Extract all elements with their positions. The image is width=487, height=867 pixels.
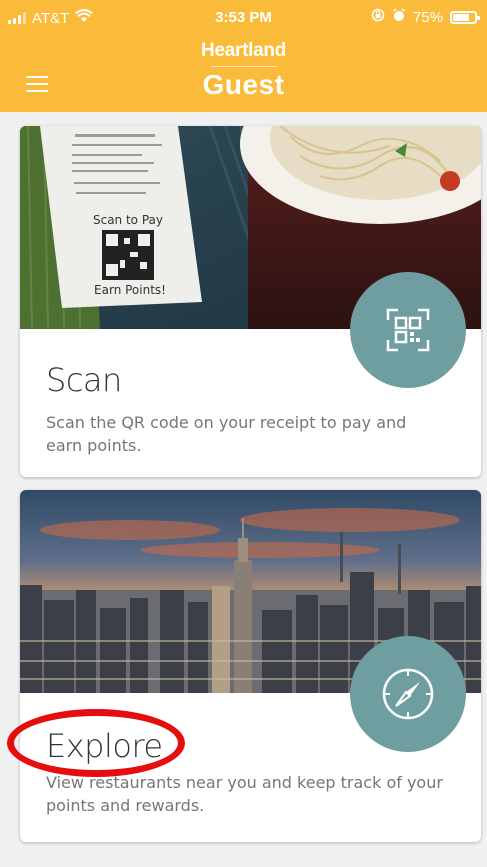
explore-action-button[interactable] (350, 636, 466, 752)
status-bar: AT&T 3:53 PM 75% (0, 0, 487, 36)
nav-bar: Heartland Guest (0, 36, 487, 112)
explore-card[interactable]: Explore View restaurants near you and ke… (20, 490, 481, 842)
receipt-scan-to-pay-text: Scan to Pay (93, 213, 163, 227)
receipt-earn-points-text: Earn Points! (94, 283, 166, 297)
brand-divider (210, 66, 277, 67)
rotation-lock-icon (371, 8, 385, 26)
annotation-ellipse (7, 709, 185, 777)
qr-code-icon (386, 308, 430, 352)
scan-card[interactable]: Scan to Pay Earn Points! Scan Scan the Q… (20, 126, 481, 477)
status-right: 75% (371, 8, 480, 26)
compass-icon (382, 668, 434, 720)
brand-name: Heartland (201, 40, 286, 61)
explore-card-description: View restaurants near you and keep track… (46, 773, 443, 815)
app-logo: Heartland Guest (0, 40, 487, 101)
scan-card-description: Scan the QR code on your receipt to pay … (46, 413, 407, 455)
app-header: AT&T 3:53 PM 75% Heartland Guest (0, 0, 487, 112)
battery-label: 75% (412, 8, 443, 26)
alarm-icon (392, 8, 406, 26)
scan-card-title: Scan (46, 361, 122, 399)
brand-subtitle: Guest (202, 69, 285, 100)
scan-action-button[interactable] (350, 272, 466, 388)
battery-icon (450, 10, 480, 24)
